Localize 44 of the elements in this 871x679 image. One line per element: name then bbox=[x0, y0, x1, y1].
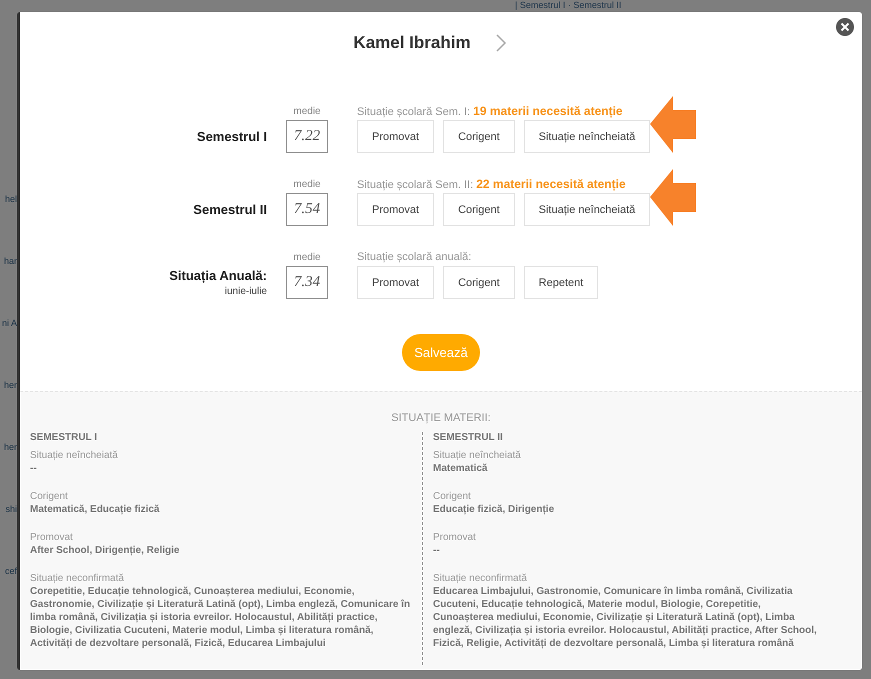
group-label: Promovat bbox=[30, 531, 74, 544]
status-option[interactable]: Promovat bbox=[357, 120, 434, 153]
column-heading: SEMESTRUL I bbox=[30, 432, 98, 443]
close-icon[interactable] bbox=[836, 18, 854, 36]
term-label: Semestrul I bbox=[196, 129, 267, 144]
subject-list: Matematică bbox=[433, 462, 822, 475]
term-label: Situația Anuală: bbox=[169, 268, 267, 283]
average-label: medie bbox=[292, 105, 322, 119]
status-option[interactable]: Corigent bbox=[443, 193, 515, 226]
student-name: Kamel Ibrahim bbox=[353, 33, 471, 53]
status-option[interactable]: Corigent bbox=[443, 120, 515, 153]
term-period: iunie-iulie bbox=[224, 286, 267, 297]
status-option[interactable]: Promovat bbox=[357, 193, 434, 226]
group-label: Corigent bbox=[433, 490, 472, 503]
subject-list: -- bbox=[433, 544, 822, 557]
status-option[interactable]: Repetent bbox=[524, 266, 598, 299]
average-field[interactable]: 7.22 bbox=[286, 120, 328, 153]
average-label: medie bbox=[292, 178, 322, 192]
subject-list: -- bbox=[30, 462, 416, 475]
group-label: Situație neîncheiată bbox=[433, 449, 522, 462]
group-label: Situație neconfirmată bbox=[30, 572, 125, 585]
group-label: Situație neconfirmată bbox=[433, 572, 528, 585]
status-option[interactable]: Corigent bbox=[443, 266, 515, 299]
status-option[interactable]: Promovat bbox=[357, 266, 434, 299]
group-label: Corigent bbox=[30, 490, 69, 503]
subject-list: After School, Dirigenție, Religie bbox=[30, 544, 416, 557]
term-label: Semestrul II bbox=[193, 202, 267, 217]
status-text: Situație școlară Sem. II: 22 materii necesită atenție bbox=[357, 176, 626, 193]
group-label: Situație neîncheiată bbox=[30, 449, 119, 462]
group-label: Promovat bbox=[433, 531, 477, 544]
status-option[interactable]: Situație neîncheiată bbox=[524, 120, 650, 153]
status-text: Situație școlară Sem. I: 19 materii necesită atenție bbox=[357, 103, 623, 120]
subject-list: Educarea Limbajului, Gastronomie, Comunicare în limba română, Civilizatia Cucuteni, Educație tehnologică, Materie modul, Biologie, Corepetitie, Cunoașterea mediului, Economie, Civilizație și Literatură Latină (opt), Limba engleză, Civilizația și istoria evreilor. Holocaustul, Abilități practice, After School, Fizică, Religie, Activități de dezvoltare personală, Limba și literatura română bbox=[433, 585, 822, 650]
status-option[interactable]: Situație neîncheiată bbox=[524, 193, 650, 226]
average-field[interactable]: 7.54 bbox=[286, 193, 328, 226]
status-text: Situație școlară anuală: bbox=[357, 250, 472, 265]
section-title: SITUAȚIE MATERII: bbox=[390, 412, 492, 424]
breadcrumb: | Semestrul I · Semestrul II bbox=[515, 0, 622, 11]
subject-list: Corepetitie, Educație tehnologică, Cunoașterea mediului, Economie, Gastronomie, Civilizație și Literatură Latină (opt), Limba engleză, Comunicare în limba română, Civilizația și istoria evreilor. Holocaustul, Abilități practice, Biologie, Civilizatia Cucuteni, Materie modul, Limba și literatura română, Activități de dezvoltare personală, Fizică, Educarea Limbajului bbox=[30, 585, 416, 650]
average-label: medie bbox=[292, 251, 322, 265]
subject-list: Educație fizică, Dirigenție bbox=[433, 503, 822, 516]
average-field[interactable]: 7.34 bbox=[286, 266, 328, 299]
column-heading: SEMESTRUL II bbox=[433, 432, 504, 443]
subject-list: Matematică, Educație fizică bbox=[30, 503, 416, 516]
